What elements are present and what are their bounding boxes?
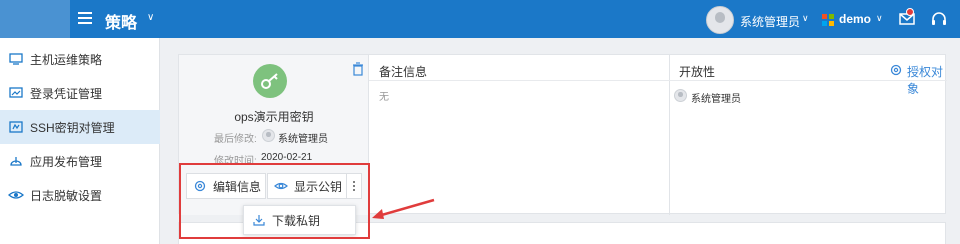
sidebar: 主机运维策略 登录凭证管理 SSH密钥对管理 应用发布管理 日志脱敏设置: [0, 38, 160, 244]
trash-icon[interactable]: [351, 62, 365, 76]
avatar[interactable]: [706, 6, 734, 34]
arrow-annotation: [372, 198, 435, 219]
sidebar-item-label: 日志脱敏设置: [30, 188, 103, 203]
notes-value: 无: [379, 92, 389, 103]
avatar: [262, 129, 275, 142]
gear-icon[interactable]: [889, 63, 903, 77]
sidebar-item-label: 登录凭证管理: [30, 86, 103, 101]
host-policy-icon: [9, 53, 23, 65]
sidebar-item-credential[interactable]: 登录凭证管理: [0, 76, 160, 110]
user-name[interactable]: 系统管理员: [740, 13, 800, 30]
key-name: ops演示用密钥: [234, 110, 314, 124]
notification-dot: [906, 8, 914, 16]
openness-header: 开放性: [679, 65, 716, 79]
sidebar-item-label: 主机运维策略: [30, 52, 103, 67]
credential-icon: [9, 87, 23, 98]
headset-icon[interactable]: [930, 10, 948, 28]
chevron-down-icon[interactable]: ∨: [876, 13, 883, 24]
tenant-switcher[interactable]: demo: [839, 12, 871, 26]
notes-header: 备注信息: [379, 65, 428, 79]
sidebar-item-host-policy[interactable]: 主机运维策略: [0, 42, 160, 76]
modified-time-value: 2020-02-21: [261, 152, 313, 163]
logo: [0, 0, 70, 38]
sidebar-item-log-masking[interactable]: 日志脱敏设置: [0, 178, 160, 212]
highlight-box: [179, 163, 370, 239]
sidebar-item-label: 应用发布管理: [30, 154, 103, 169]
ssh-key-icon: [9, 121, 23, 133]
top-bar: 策略 ∨ 系统管理员 ∨ demo ∨: [0, 0, 960, 38]
eye-icon: [8, 191, 24, 199]
column-divider: [669, 55, 670, 215]
app-publish-icon: [10, 157, 22, 166]
divider: [369, 80, 947, 81]
sidebar-item-ssh-keys[interactable]: SSH密钥对管理: [0, 110, 160, 144]
sidebar-item-label: SSH密钥对管理: [30, 120, 115, 135]
chevron-down-icon[interactable]: ∨: [802, 13, 809, 24]
menu-icon[interactable]: [78, 12, 92, 24]
chevron-down-icon[interactable]: ∨: [147, 12, 154, 23]
key-icon: [253, 64, 287, 98]
open-user-name: 系统管理员: [691, 94, 741, 105]
microsoft-logo-icon: [822, 14, 834, 26]
avatar: [674, 89, 687, 102]
modified-by-label: 最后修改:: [214, 134, 257, 145]
page-title: 策略: [105, 15, 138, 32]
sidebar-item-app-publish[interactable]: 应用发布管理: [0, 144, 160, 178]
modified-by-value: 系统管理员: [278, 134, 328, 145]
